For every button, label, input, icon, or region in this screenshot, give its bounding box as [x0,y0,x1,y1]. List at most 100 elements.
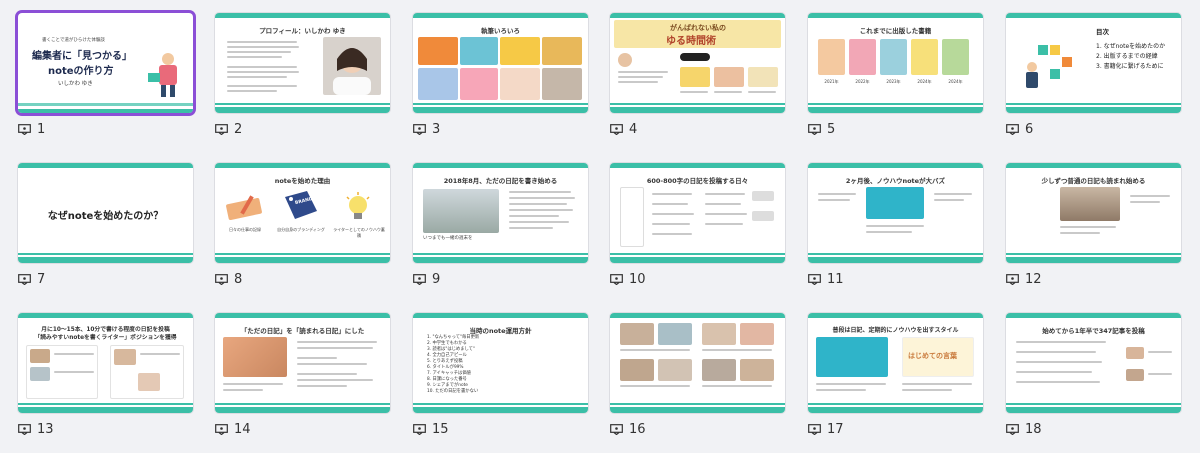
slide-comment-icon[interactable] [610,123,623,135]
slide-cell-9[interactable]: 2018年8月、ただの日記を書き始める いつまでも一緒の週末を 9 [413,163,591,287]
slide-comment-icon[interactable] [215,123,228,135]
slide-thumbnail-6[interactable]: 目次 1. なぜnoteを始めたのか 2. 出版するまでの経緯 3. 書籍化に繋… [1006,13,1181,113]
slide-thumbnail-11[interactable]: 2ヶ月後、ノウハウnoteが大バズ [808,163,983,263]
slide-cell-15[interactable]: 当時のnote運用方針 1. "なんちゃって"毎日更新 2. 中学生でもわかる … [413,313,591,437]
slide-thumbnail-13[interactable]: 月に10〜15本、10分で書ける程度の日記を投稿 「読みやすいnoteを書くライ… [18,313,193,413]
slide-cell-7[interactable]: なぜnoteを始めたのか？ 7 [18,163,196,287]
slide-comment-icon[interactable] [413,423,426,435]
slide-cell-3[interactable]: 執筆いろいろ 3 [413,13,591,137]
slide-comment-icon[interactable] [610,423,623,435]
slide-thumbnail-10[interactable]: 600-800字の日記を投稿する日々 [610,163,785,263]
photo-image [223,337,287,377]
slide-cell-17[interactable]: 普段は日記、定期的にノウハウを出すスタイル はじめての言葉 17 [808,313,986,437]
slide-comment-icon[interactable] [808,423,821,435]
slide-comment-icon[interactable] [808,273,821,285]
brand-tag-icon [285,191,317,219]
slide-title: 600-800字の日記を投稿する日々 [646,177,749,185]
slide-thumbnail-8[interactable]: noteを始めた理由 BRAND 日々の仕事の記録 自分自身のブランディング ラ… [215,163,390,263]
slide-number: 3 [432,121,441,137]
slide-cell-10[interactable]: 600-800字の日記を投稿する日々 10 [610,163,788,287]
slide-number: 5 [827,121,836,137]
slide-title: noteを始めた理由 [274,177,331,185]
slide-title: 当時のnote運用方針 [469,327,532,335]
slide-thumbnail-15[interactable]: 当時のnote運用方針 1. "なんちゃって"毎日更新 2. 中学生でもわかる … [413,313,588,413]
slide-title: 2018年8月、ただの日記を書き始める [443,177,558,185]
slide-thumbnail-18[interactable]: 始めてから1年半で347記事を投稿 [1006,313,1181,413]
person-puzzle-illustration-icon [1026,45,1072,88]
person-illustration-icon [148,53,177,97]
slide-cell-13[interactable]: 月に10〜15本、10分で書ける程度の日記を投稿 「読みやすいnoteを書くライ… [18,313,196,437]
slide-comment-icon[interactable] [18,273,31,285]
slide-number: 12 [1025,271,1042,287]
slide-cell-1[interactable]: 書くことで道がひらけた体験談 編集者に「見つかる」 noteの作り方 いしかわ … [18,13,196,137]
slide-number: 15 [432,421,449,437]
slide-author: いしかわ ゆき [58,81,93,87]
slide-number: 8 [234,271,243,287]
slide-title: 目次 [1096,28,1109,36]
slide-cell-4[interactable]: がんばれない私の ゆる時間術 4 [610,13,788,137]
slide-title: 始めてから1年半で347記事を投稿 [1042,327,1145,335]
slide-thumbnail-14[interactable]: 「ただの日記」を「読まれる日記」にした [215,313,390,413]
slide-comment-icon[interactable] [413,273,426,285]
slide-comment-icon[interactable] [1006,123,1019,135]
slide-number: 10 [629,271,646,287]
slide-cell-8[interactable]: noteを始めた理由 BRAND 日々の仕事の記録 自分自身のブランディング ラ… [215,163,393,287]
slide-title: なぜnoteを始めたのか？ [47,211,164,222]
slide-thumbnail-2[interactable]: プロフィール：いしかわ ゆき [215,13,390,113]
slide-thumbnail-12[interactable]: 少しずつ普通の日記も読まれ始める [1006,163,1181,263]
slide-number: 18 [1025,421,1042,437]
slide-title: 編集者に「見つかる」 [32,51,132,62]
slide-title: これまでに出版した書籍 [859,27,932,35]
slide-thumbnail-5[interactable]: これまでに出版した書籍 2021年 2022年 2023年 2024年 2024… [808,13,983,113]
slide-cell-18[interactable]: 始めてから1年半で347記事を投稿 18 [1006,313,1184,437]
slide-number: 2 [234,121,243,137]
slide-comment-icon[interactable] [215,423,228,435]
slide-number: 1 [37,121,46,137]
slide-title: 少しずつ普通の日記も読まれ始める [1041,177,1146,185]
slide-title: 普段は日記、定期的にノウハウを出すスタイル [832,327,959,334]
person-photo-icon [333,48,371,95]
slide-comment-icon[interactable] [808,123,821,135]
slide-number: 11 [827,271,844,287]
slide-thumbnail-9[interactable]: 2018年8月、ただの日記を書き始める いつまでも一緒の週末を [413,163,588,263]
slide-title: noteの作り方 [48,66,114,77]
slide-comment-icon[interactable] [610,273,623,285]
slide-cell-12[interactable]: 少しずつ普通の日記も読まれ始める 12 [1006,163,1184,287]
slide-comment-icon[interactable] [18,423,31,435]
slide-number: 13 [37,421,54,437]
slide-cell-6[interactable]: 目次 1. なぜnoteを始めたのか 2. 出版するまでの経緯 3. 書籍化に繋… [1006,13,1184,137]
photo-image [1060,187,1120,221]
slide-subtitle: 書くことで道がひらけた体験談 [42,38,105,43]
slide-cell-5[interactable]: これまでに出版した書籍 2021年 2022年 2023年 2024年 2024… [808,13,986,137]
slide-comment-icon[interactable] [1006,273,1019,285]
slide-number: 7 [37,271,46,287]
slide-thumbnail-3[interactable]: 執筆いろいろ [413,13,588,113]
slide-comment-icon[interactable] [1006,423,1019,435]
slide-comment-icon[interactable] [215,273,228,285]
slide-cell-14[interactable]: 「ただの日記」を「読まれる日記」にした 14 [215,313,393,437]
slide-number: 14 [234,421,251,437]
slide-title: ゆる時間術 [666,36,716,47]
slide-cell-2[interactable]: プロフィール：いしかわ ゆき 2 [215,13,393,137]
slide-thumbnail-7[interactable]: なぜnoteを始めたのか？ [18,163,193,263]
slide-thumbnail-16[interactable] [610,313,785,413]
slide-number: 4 [629,121,638,137]
slide-sorter-grid: 書くことで道がひらけた体験談 編集者に「見つかる」 noteの作り方 いしかわ … [0,0,1200,453]
slide-title: 2ヶ月後、ノウハウnoteが大バズ [845,177,946,185]
slide-title: 執筆いろいろ [481,27,520,35]
slide-title: 「読みやすいnoteを書くライター」ポジションを獲得 [34,335,177,341]
slide-thumbnail-17[interactable]: 普段は日記、定期的にノウハウを出すスタイル はじめての言葉 [808,313,983,413]
slide-number: 9 [432,271,441,287]
lightbulb-icon [346,192,370,219]
slide-cell-11[interactable]: 2ヶ月後、ノウハウnoteが大バズ 11 [808,163,986,287]
slide-number: 17 [827,421,844,437]
slide-comment-icon[interactable] [18,123,31,135]
slide-comment-icon[interactable] [413,123,426,135]
slide-number: 6 [1025,121,1034,137]
notebook-icon [226,195,262,220]
slide-thumbnail-1[interactable]: 書くことで道がひらけた体験談 編集者に「見つかる」 noteの作り方 いしかわ … [18,13,193,113]
slide-title: 「ただの日記」を「読まれる日記」にした [240,327,365,335]
slide-number: 16 [629,421,646,437]
slide-thumbnail-4[interactable]: がんばれない私の ゆる時間術 [610,13,785,113]
slide-cell-16[interactable]: 16 [610,313,788,437]
